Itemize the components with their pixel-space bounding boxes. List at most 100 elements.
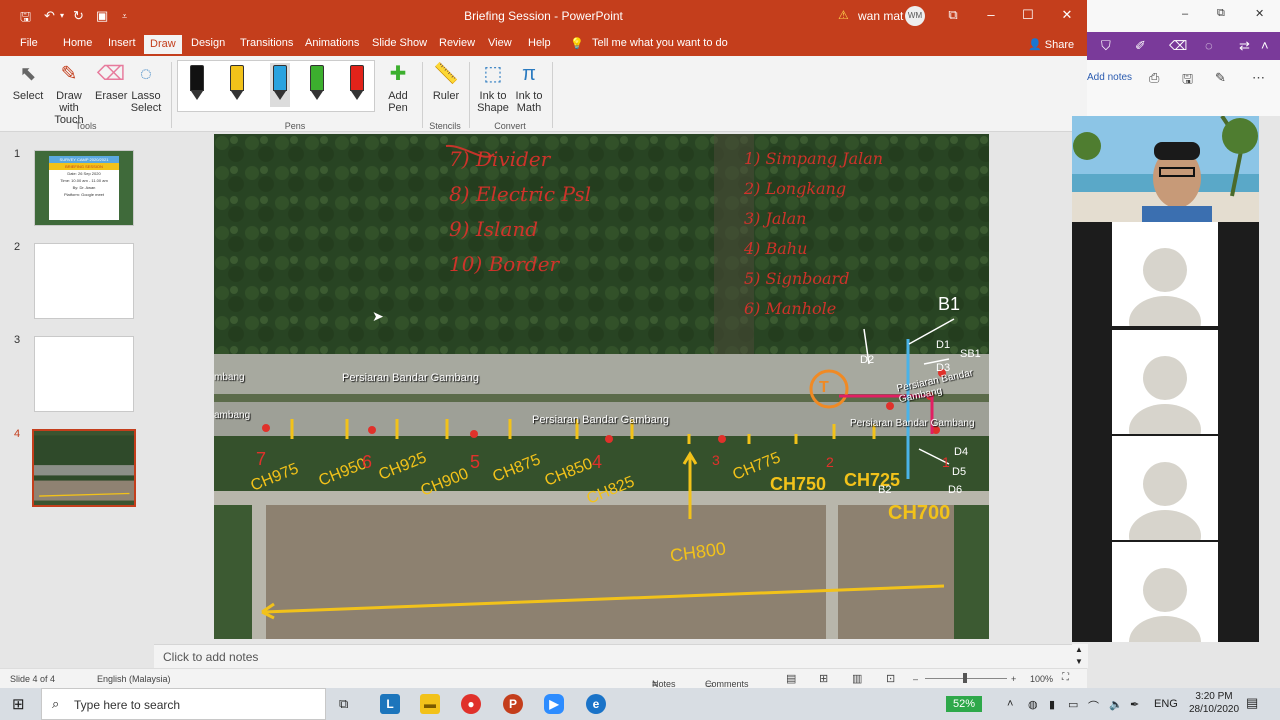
bg-close-icon[interactable]: ✕ xyxy=(1255,7,1264,20)
tab-animations[interactable]: Animations xyxy=(305,37,359,49)
normal-view-icon[interactable]: ▤ xyxy=(786,672,796,685)
tab-file[interactable]: File xyxy=(20,37,38,49)
zoom-out-icon[interactable]: – xyxy=(913,674,918,684)
edit-icon[interactable]: ✎ xyxy=(1215,70,1226,86)
bg-minimize-icon[interactable]: – xyxy=(1182,8,1188,20)
scroll-arrows[interactable]: ▲ ▼ xyxy=(1072,644,1088,668)
wifi-icon[interactable]: ⌒ xyxy=(1088,698,1099,714)
learning-app-icon[interactable]: L xyxy=(380,694,400,714)
participant-tile[interactable] xyxy=(1112,222,1218,326)
zoom-app-icon[interactable]: ▶ xyxy=(544,694,564,714)
zoom-in-icon[interactable]: + xyxy=(1011,674,1016,684)
add-notes-link[interactable]: Add notes xyxy=(1087,72,1132,83)
point-label: D2 xyxy=(860,354,875,366)
chevron-down-icon[interactable]: ▼ xyxy=(1075,657,1083,666)
zoom-thumb[interactable] xyxy=(963,673,967,683)
ink-text: 1) Simpang Jalan xyxy=(744,149,884,168)
powerpoint-icon[interactable]: P xyxy=(503,694,523,714)
highlighter-icon[interactable]: ⛉ xyxy=(1101,38,1111,54)
slide-thumb-2[interactable] xyxy=(34,243,134,319)
tab-view[interactable]: View xyxy=(488,37,512,49)
file-explorer-icon[interactable]: ▬ xyxy=(420,694,440,714)
warning-icon[interactable]: ⚠ xyxy=(838,8,849,22)
pens-gallery xyxy=(177,60,375,112)
eraser-button[interactable]: ⌫ Eraser xyxy=(95,62,127,102)
mouse-cursor-icon: ➤ xyxy=(372,308,384,324)
notes-placeholder[interactable]: Click to add notes xyxy=(163,650,258,664)
user-name[interactable]: wan mat xyxy=(858,9,903,23)
more-icon[interactable]: ⋯ xyxy=(1252,70,1265,86)
ink-text: 3) Jalan xyxy=(744,209,807,228)
ruler-button[interactable]: 📏 Ruler xyxy=(428,62,464,102)
participant-tile[interactable] xyxy=(1112,330,1218,434)
edge-icon[interactable]: e xyxy=(586,694,606,714)
avatar[interactable]: WM xyxy=(905,6,925,26)
add-pen-button[interactable]: ✚ Add Pen xyxy=(382,62,414,114)
slide-thumb-3[interactable] xyxy=(34,336,134,412)
input-language[interactable]: ENG xyxy=(1154,698,1178,710)
battery-indicator[interactable]: 52% xyxy=(946,696,982,712)
tab-home[interactable]: Home xyxy=(63,37,92,49)
pen-red[interactable] xyxy=(350,65,364,101)
slide-thumb-4-active[interactable] xyxy=(32,429,136,507)
print-icon[interactable]: ⎙ xyxy=(1149,70,1159,86)
clock[interactable]: 3:20 PM 28/10/2020 xyxy=(1184,690,1244,716)
task-view-icon[interactable]: ⧉ xyxy=(339,696,348,712)
network-tray-icon[interactable]: ◍ xyxy=(1028,698,1038,711)
select-button[interactable]: ⬉ Select xyxy=(12,62,44,102)
share-button[interactable]: 👤 Share xyxy=(1028,38,1074,51)
eraser-label: Eraser xyxy=(95,90,128,102)
thumb1-date: Date: 26 Sep 2020 xyxy=(67,171,101,176)
notes-pane[interactable]: Click to add notes xyxy=(154,644,1088,668)
save-icon[interactable]: 🖫 xyxy=(1182,70,1193,92)
slide-sorter-icon[interactable]: ⊞ xyxy=(819,672,828,685)
ink-to-math-button[interactable]: π Ink to Math xyxy=(512,62,546,114)
slideshow-icon[interactable]: ⊡ xyxy=(886,672,895,685)
battery-tray-icon[interactable]: ▭ xyxy=(1068,698,1078,711)
pen-icon[interactable]: ✐ xyxy=(1135,38,1146,54)
ink-to-shape-button[interactable]: ⬚ Ink to Shape xyxy=(475,62,511,114)
pen-black[interactable] xyxy=(190,65,204,101)
participant-tile[interactable] xyxy=(1112,436,1218,540)
road-label: Persiaran Bandar Gambang xyxy=(850,418,975,429)
tab-draw[interactable]: Draw xyxy=(144,35,182,54)
language-indicator[interactable]: English (Malaysia) xyxy=(97,674,171,684)
chevron-up-icon[interactable]: ▲ xyxy=(1075,645,1083,654)
slide-thumb-1[interactable]: SURVEY CAMP 2020/2021 BRIEFING SESSION D… xyxy=(34,150,134,226)
volume-icon[interactable]: 🔈 xyxy=(1109,698,1123,711)
windows-start-icon[interactable]: ⊞ xyxy=(12,695,25,713)
ribbon-display-icon[interactable]: ⧉ xyxy=(943,7,963,23)
convert-icon[interactable]: ⇄ xyxy=(1239,38,1250,54)
pen-yellow[interactable] xyxy=(230,65,244,101)
maximize-icon[interactable]: ☐ xyxy=(1018,7,1038,23)
zoom-level[interactable]: 100% xyxy=(1030,674,1053,684)
pen-tray-icon[interactable]: ✒ xyxy=(1130,698,1139,711)
lasso-icon[interactable]: ◌ xyxy=(1205,38,1213,53)
usb-tray-icon[interactable]: ▮ xyxy=(1049,698,1055,711)
tab-transitions[interactable]: Transitions xyxy=(240,37,293,49)
tab-slide-show[interactable]: Slide Show xyxy=(372,37,427,49)
bg-restore-icon[interactable]: ⧉ xyxy=(1217,7,1225,20)
eraser-icon[interactable]: ⌫ xyxy=(1169,38,1187,54)
lasso-select-button[interactable]: ◌ Lasso Select xyxy=(128,62,164,114)
notifications-icon[interactable]: ▤ xyxy=(1246,695,1258,711)
minimize-icon[interactable]: – xyxy=(981,7,1001,22)
tab-insert[interactable]: Insert xyxy=(108,37,136,49)
taskbar-search[interactable]: ⌕ Type here to search xyxy=(41,688,326,720)
tell-me-search[interactable]: Tell me what you want to do xyxy=(592,37,728,49)
tab-help[interactable]: Help xyxy=(528,37,551,49)
reading-view-icon[interactable]: ▥ xyxy=(852,672,862,685)
fit-slide-icon[interactable]: ⛶ xyxy=(1062,672,1069,683)
tab-review[interactable]: Review xyxy=(439,37,475,49)
pen-green[interactable] xyxy=(310,65,324,101)
pen-blue-selected[interactable] xyxy=(270,63,290,107)
slide-canvas[interactable]: mbang Persiaran Bandar Gambang ambang Pe… xyxy=(214,134,989,639)
tab-design[interactable]: Design xyxy=(191,37,225,49)
chevron-up-icon[interactable]: ˄ xyxy=(1007,698,1013,710)
close-icon[interactable]: ✕ xyxy=(1057,7,1077,23)
draw-with-touch-button[interactable]: ✎ Draw with Touch xyxy=(46,62,92,126)
participant-tile[interactable] xyxy=(1112,542,1218,642)
chevron-up-icon[interactable]: ˄ xyxy=(1261,38,1269,53)
chrome-icon[interactable]: ● xyxy=(461,694,481,714)
pen-body xyxy=(230,65,244,91)
